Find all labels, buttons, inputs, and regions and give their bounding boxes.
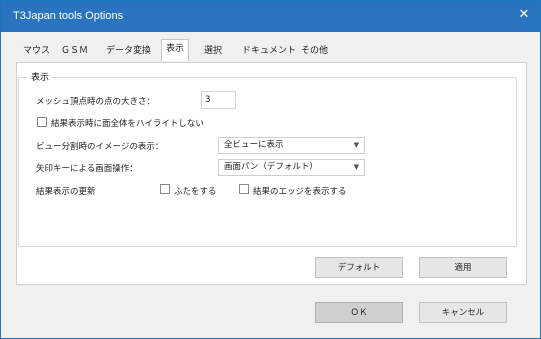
ok-button[interactable]: ＯＫ	[315, 302, 403, 323]
mesh-point-size-label: メッシュ頂点時の点の大きさ：	[36, 97, 156, 107]
default-button[interactable]: デフォルト	[315, 257, 403, 278]
apply-button[interactable]: 適用	[419, 257, 507, 278]
result-display-label: 結果表示の更新	[36, 187, 96, 197]
close-checkbox[interactable]	[160, 184, 170, 194]
tab-selection[interactable]: 選択	[199, 41, 227, 60]
no-highlight-label: 結果表示時に面全体をハイライトしない	[51, 119, 204, 129]
arrow-key-value: 画面パン（デフォルト）	[224, 162, 318, 172]
chevron-down-icon: ▼	[353, 141, 359, 149]
window-title: T3Japan tools Options	[13, 10, 124, 22]
tab-other[interactable]: その他	[296, 41, 333, 60]
title-bar: T3Japan tools Options ✕	[1, 1, 540, 32]
cancel-button[interactable]: キャンセル	[419, 302, 507, 323]
view-switch-value: 全ビューに表示	[224, 140, 284, 150]
tab-data-conversion[interactable]: データ変換	[101, 41, 156, 60]
tab-document[interactable]: ドキュメント	[237, 41, 301, 60]
close-icon[interactable]: ✕	[515, 6, 533, 24]
no-highlight-checkbox[interactable]	[37, 117, 47, 127]
tab-display[interactable]: 表示	[161, 39, 190, 61]
arrow-key-select[interactable]: 画面パン（デフォルト） ▼	[218, 159, 365, 176]
mesh-point-size-input[interactable]: 3	[201, 91, 236, 109]
options-dialog: T3Japan tools Options ✕ マウス ＧＳＭ データ変換 表示…	[0, 0, 541, 339]
edge-checkbox[interactable]	[239, 184, 249, 194]
tab-strip: マウス ＧＳＭ データ変換 表示 選択 ドキュメント その他	[13, 39, 533, 63]
view-switch-label: ビュー分割時のイメージの表示：	[36, 142, 164, 152]
chevron-down-icon: ▼	[353, 163, 359, 171]
tab-mouse[interactable]: マウス	[18, 41, 55, 60]
arrow-key-label: 矢印キーによる画面操作：	[36, 164, 138, 174]
view-switch-select[interactable]: 全ビューに表示 ▼	[218, 137, 365, 154]
group-title: 表示	[28, 70, 53, 83]
tab-gsm[interactable]: ＧＳＭ	[56, 41, 93, 60]
close-label: ふたをする	[174, 187, 217, 197]
edge-label: 結果のエッジを表示する	[253, 187, 347, 197]
